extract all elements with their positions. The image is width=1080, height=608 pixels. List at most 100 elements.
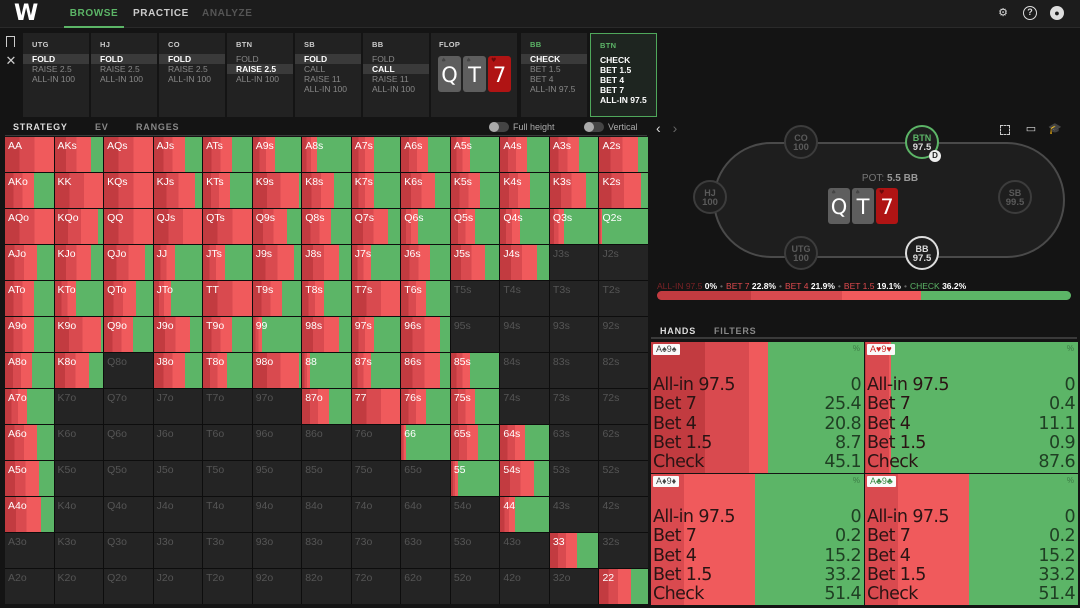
hand-cell[interactable]: AKs [54, 137, 104, 172]
action-box-utg[interactable]: UTG FOLD RAISE 2.5 ALL-IN 100 [23, 33, 89, 117]
action-option[interactable]: RAISE 2.5 [91, 64, 157, 74]
hand-cell[interactable]: AKo [5, 173, 54, 208]
hand-cell[interactable]: A9o [5, 317, 54, 352]
hand-cell[interactable]: 82s [599, 353, 648, 388]
tab-ev[interactable]: EV [95, 122, 109, 132]
hand-cell[interactable]: QQ [104, 209, 153, 244]
hand-cell[interactable]: 82o [302, 569, 351, 604]
combo-panel[interactable]: A♣9♣% All-in 97.5 0 Bet 7 0.2 Bet 4 15.2 Bet 1.… [865, 474, 1078, 605]
hand-cell[interactable]: 97s [351, 317, 401, 352]
tab-hands[interactable]: HANDS [660, 326, 696, 336]
hand-cell[interactable]: K3s [549, 173, 599, 208]
hand-cell[interactable]: 73o [351, 533, 401, 568]
action-option[interactable]: RAISE 11 [363, 74, 429, 84]
hand-cell[interactable]: 75s [450, 389, 500, 424]
hand-cell[interactable]: K5s [450, 173, 500, 208]
action-option[interactable]: BET 4 [591, 75, 656, 85]
hand-cell[interactable]: Q5o [104, 461, 153, 496]
action-option[interactable]: ALL-IN 100 [91, 74, 157, 84]
hand-cell[interactable]: ATo [5, 281, 54, 316]
action-option[interactable]: ALL-IN 97.5 [591, 95, 656, 105]
hand-cell[interactable]: 83o [302, 533, 351, 568]
hand-cell[interactable]: JTo [153, 281, 203, 316]
hand-cell[interactable]: Q7s [351, 209, 401, 244]
action-option[interactable]: RAISE 2.5 [159, 64, 225, 74]
hand-cell[interactable]: 65o [401, 461, 450, 496]
action-box-co[interactable]: CO FOLD RAISE 2.5 ALL-IN 100 [159, 33, 225, 117]
hand-cell[interactable]: K3o [54, 533, 104, 568]
hand-cell[interactable]: J5s [450, 245, 500, 280]
hand-cell[interactable]: 52o [450, 569, 500, 604]
action-option[interactable]: ALL-IN 100 [23, 74, 89, 84]
action-option[interactable]: RAISE 2.5 [23, 64, 89, 74]
hand-cell[interactable]: T7s [351, 281, 401, 316]
hand-cell[interactable]: KTs [203, 173, 252, 208]
action-box-bb-postflop[interactable]: BB CHECK BET 1.5 BET 4 ALL-IN 97.5 [521, 33, 587, 117]
hand-cell[interactable]: 62s [599, 425, 648, 460]
nav-tab-practice[interactable]: PRACTICE [133, 0, 189, 28]
hand-cell[interactable]: 96s [401, 317, 450, 352]
hand-cell[interactable]: A6o [5, 425, 54, 460]
hand-cell[interactable]: 66 [401, 425, 450, 460]
hand-cell[interactable]: 85s [450, 353, 500, 388]
hand-cell[interactable]: A2o [5, 569, 54, 604]
action-box-btn[interactable]: BTN FOLD RAISE 2.5 ALL-IN 100 [227, 33, 293, 117]
hand-cell[interactable]: K9o [54, 317, 104, 352]
hand-cell[interactable]: A4o [5, 497, 54, 532]
hand-cell[interactable]: AJo [5, 245, 54, 280]
hand-cell[interactable]: J7s [351, 245, 401, 280]
hand-cell[interactable]: 43o [500, 533, 549, 568]
hand-cell[interactable]: K8o [54, 353, 104, 388]
hand-cell[interactable]: A7s [351, 137, 401, 172]
hand-cell[interactable]: J3s [549, 245, 599, 280]
hand-cell[interactable]: T3s [549, 281, 599, 316]
hand-cell[interactable]: 99 [252, 317, 302, 352]
hand-cell[interactable]: AJs [153, 137, 203, 172]
hand-cell[interactable]: 44 [500, 497, 549, 532]
hand-cell[interactable]: T4s [500, 281, 549, 316]
hand-cell[interactable]: 76o [351, 425, 401, 460]
hand-cell[interactable]: A3o [5, 533, 54, 568]
hand-cell[interactable]: 85o [302, 461, 351, 496]
hand-cell[interactable]: 73s [549, 389, 599, 424]
hand-cell[interactable]: 95s [450, 317, 500, 352]
hand-cell[interactable]: T2o [203, 569, 252, 604]
hand-cell[interactable]: 86s [401, 353, 450, 388]
hand-cell[interactable]: A9s [252, 137, 302, 172]
hand-cell[interactable]: A4s [500, 137, 549, 172]
hand-cell[interactable]: QJs [153, 209, 203, 244]
nav-tab-browse[interactable]: BROWSE [64, 0, 124, 28]
back-arrow-icon[interactable]: ‹ [656, 120, 661, 136]
hand-cell[interactable]: J4s [500, 245, 549, 280]
combo-panel[interactable]: A♠9♠% All-in 97.5 0 Bet 7 25.4 Bet 4 20.8 Bet 1… [651, 342, 864, 473]
hand-cell[interactable]: K7s [351, 173, 401, 208]
hand-cell[interactable]: J9s [252, 245, 302, 280]
hand-cell[interactable]: Q3s [549, 209, 599, 244]
hand-cell[interactable]: 42s [599, 497, 648, 532]
hand-cell[interactable]: Q9o [104, 317, 153, 352]
action-option[interactable]: ALL-IN 100 [363, 84, 429, 94]
hand-cell[interactable]: T6s [401, 281, 450, 316]
hand-cell[interactable]: A5o [5, 461, 54, 496]
hand-cell[interactable]: 76s [401, 389, 450, 424]
action-option[interactable]: ALL-IN 100 [227, 74, 293, 84]
hand-cell[interactable]: 83s [549, 353, 599, 388]
hand-cell[interactable]: 94s [500, 317, 549, 352]
hand-cell[interactable]: T8s [302, 281, 351, 316]
action-option[interactable]: ALL-IN 100 [295, 84, 361, 94]
hand-cell[interactable]: KQo [54, 209, 104, 244]
tab-ranges[interactable]: RANGES [136, 122, 179, 132]
hand-cell[interactable]: J3o [153, 533, 203, 568]
hand-cell[interactable]: K6s [401, 173, 450, 208]
hand-cell[interactable]: Q3o [104, 533, 153, 568]
hand-cell[interactable]: K9s [252, 173, 302, 208]
hand-cell[interactable]: ATs [203, 137, 252, 172]
hand-cell[interactable]: 74o [351, 497, 401, 532]
hand-cell[interactable]: J6o [153, 425, 203, 460]
hand-cell[interactable]: A5s [450, 137, 500, 172]
full-height-toggle[interactable] [489, 122, 509, 132]
hand-cell[interactable]: 93o [252, 533, 302, 568]
learn-icon[interactable]: 🎓 [1048, 122, 1062, 136]
hand-cell[interactable]: 72o [351, 569, 401, 604]
hand-cell[interactable]: AQo [5, 209, 54, 244]
